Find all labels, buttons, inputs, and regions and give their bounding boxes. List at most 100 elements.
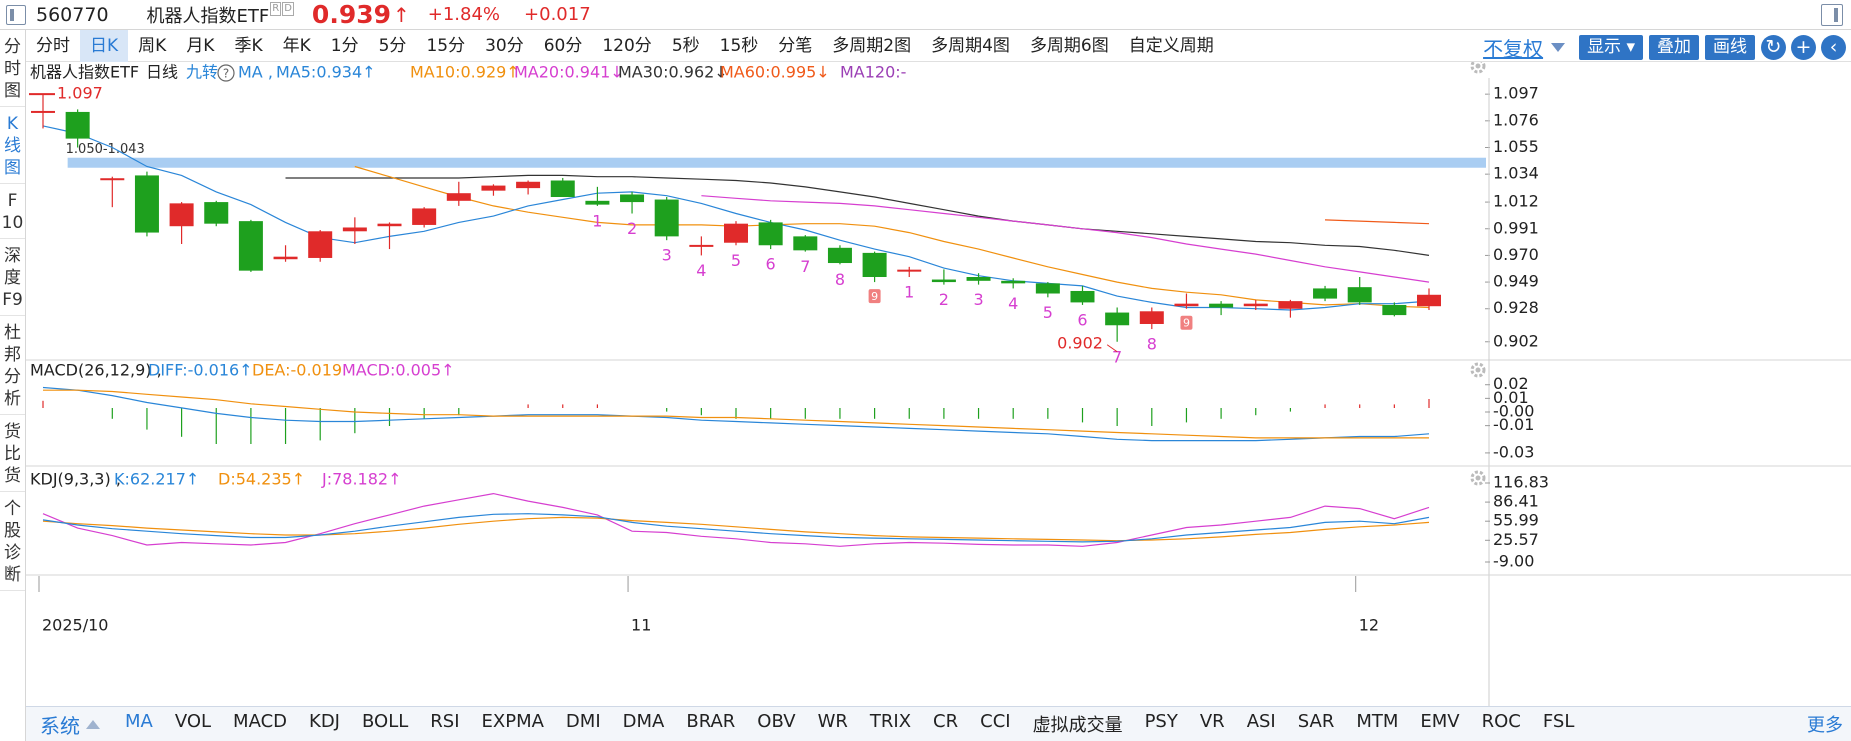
candle[interactable]: 3	[654, 197, 679, 265]
fuquan-dropdown-icon[interactable]	[1551, 43, 1566, 52]
main-settings-gear-icon[interactable]	[1470, 62, 1486, 74]
tab-period-11[interactable]: 120分	[592, 30, 661, 62]
candle[interactable]	[516, 180, 541, 195]
macd-settings-gear-icon[interactable]	[1470, 362, 1486, 378]
candle[interactable]	[204, 200, 229, 227]
draw-line-button[interactable]: 画线	[1705, 35, 1755, 60]
chart-canvas[interactable]: 机器人指数ETF 日线 九转 ? MA , MA5:0.934↑ MA10:0.9…	[26, 62, 1851, 706]
right-panel-toggle-icon[interactable]	[1821, 4, 1843, 26]
indicator-tab-5[interactable]: RSI	[419, 711, 470, 737]
candle[interactable]	[412, 207, 437, 228]
candle[interactable]: 7	[1105, 307, 1130, 366]
candle[interactable]	[1347, 277, 1372, 305]
indicator-tab-17[interactable]: VR	[1189, 711, 1236, 737]
indicator-tab-10[interactable]: OBV	[746, 711, 806, 737]
candle[interactable]	[169, 202, 194, 244]
candle[interactable]	[308, 230, 333, 262]
more-indicators-link[interactable]: 更多	[1807, 711, 1843, 737]
indicator-tab-12[interactable]: TRIX	[859, 711, 922, 737]
tab-period-8[interactable]: 15分	[416, 30, 475, 62]
indicator-tab-18[interactable]: ASI	[1236, 711, 1287, 737]
display-button[interactable]: 显示 ▾	[1579, 35, 1643, 60]
indicator-tab-16[interactable]: PSY	[1134, 711, 1189, 737]
candle[interactable]	[238, 219, 263, 272]
candle[interactable]: 5	[1035, 282, 1060, 322]
candlestick-panel[interactable]: 1.097 1.076 1.055 1.034 1.012 0.991 0.970 0.949…	[26, 62, 1851, 706]
indicator-tab-0[interactable]: MA	[114, 711, 164, 737]
candle[interactable]	[1313, 285, 1338, 302]
candle[interactable]: 8	[1139, 307, 1164, 354]
candle[interactable]: 1	[897, 266, 922, 302]
tab-period-6[interactable]: 1分	[321, 30, 369, 62]
indicator-tab-23[interactable]: FSL	[1532, 711, 1586, 737]
tab-period-9[interactable]: 30分	[475, 30, 534, 62]
kdj-panel[interactable]: KDJ(9,3,3) ,K:62.217↑ D:54.235↑ J:78.182↑ 1…	[26, 470, 1851, 576]
indicator-tab-15[interactable]: 虚拟成交量	[1022, 711, 1134, 737]
tab-period-15[interactable]: 多周期2图	[822, 30, 921, 62]
indicator-tab-4[interactable]: BOLL	[351, 711, 419, 737]
candle[interactable]: 2	[620, 191, 645, 238]
sidebar-item-6[interactable]: 个股诊断	[0, 492, 25, 591]
candle[interactable]: 4	[689, 236, 714, 280]
macd-panel[interactable]: MACD(26,12,9) ,DIFF:-0.016↑ DEA:-0.019 MAC…	[26, 361, 1851, 467]
jiuzhuan-label[interactable]: 九转	[186, 63, 218, 82]
candle[interactable]: 9	[862, 251, 887, 304]
candle[interactable]	[1382, 302, 1407, 317]
tab-period-0[interactable]: 分时	[26, 30, 80, 62]
candle[interactable]	[550, 177, 575, 198]
tab-period-3[interactable]: 月K	[176, 30, 224, 62]
indicator-tab-1[interactable]: VOL	[164, 711, 222, 737]
indicator-tab-9[interactable]: BRAR	[675, 711, 746, 737]
sidebar-item-3[interactable]: 深度 F9	[0, 239, 25, 316]
tab-period-4[interactable]: 季K	[224, 30, 272, 62]
candle[interactable]	[100, 176, 125, 208]
indicator-tab-7[interactable]: DMI	[555, 711, 612, 737]
tab-period-1[interactable]: 日K	[80, 29, 129, 62]
candle[interactable]	[1278, 299, 1303, 318]
indicator-tab-11[interactable]: WR	[807, 711, 859, 737]
candle[interactable]: 2	[931, 269, 956, 309]
sidebar-toggle-icon[interactable]	[6, 4, 26, 25]
indicator-tab-14[interactable]: CCI	[969, 711, 1021, 737]
overlay-button[interactable]: 叠加	[1649, 35, 1699, 60]
system-indicator-menu[interactable]: 系统	[26, 710, 114, 739]
indicator-tab-19[interactable]: SAR	[1287, 711, 1346, 737]
sidebar-item-1[interactable]: K线图	[0, 107, 25, 184]
candle[interactable]	[273, 245, 298, 262]
tab-period-10[interactable]: 60分	[534, 30, 593, 62]
candle[interactable]	[342, 217, 367, 244]
candle[interactable]: 6	[1070, 285, 1095, 330]
tab-period-12[interactable]: 5秒	[662, 30, 710, 62]
indicator-tab-2[interactable]: MACD	[222, 711, 298, 737]
tab-period-17[interactable]: 多周期6图	[1020, 30, 1119, 62]
kdj-settings-gear-icon[interactable]	[1470, 470, 1486, 486]
indicator-tab-6[interactable]: EXPMA	[471, 711, 555, 737]
candle[interactable]: 7	[793, 235, 818, 276]
candle[interactable]: 5	[724, 221, 748, 270]
indicator-tab-20[interactable]: MTM	[1345, 711, 1409, 737]
fuquan-selector[interactable]: 不复权	[1483, 33, 1543, 62]
indicator-tab-21[interactable]: EMV	[1409, 711, 1470, 737]
candle[interactable]	[481, 184, 506, 196]
tab-period-2[interactable]: 周K	[128, 30, 176, 62]
chevron-left-icon[interactable]: ‹	[1821, 35, 1846, 60]
candle[interactable]: 9	[1174, 293, 1199, 330]
indicator-tab-8[interactable]: DMA	[612, 711, 676, 737]
tab-period-5[interactable]: 年K	[273, 30, 321, 62]
tab-period-16[interactable]: 多周期4图	[921, 30, 1020, 62]
sidebar-item-5[interactable]: 货比货	[0, 415, 25, 492]
indicator-tab-3[interactable]: KDJ	[298, 711, 351, 737]
refresh-icon[interactable]: ↻	[1761, 35, 1786, 60]
tab-period-18[interactable]: 自定义周期	[1119, 30, 1224, 62]
candle[interactable]	[31, 94, 55, 129]
tab-period-13[interactable]: 15秒	[710, 30, 769, 62]
candle[interactable]: 8	[827, 245, 852, 289]
sidebar-item-2[interactable]: F 10	[0, 184, 25, 239]
tab-period-7[interactable]: 5分	[369, 30, 417, 62]
candle[interactable]	[446, 181, 471, 206]
plus-icon[interactable]: +	[1791, 35, 1816, 60]
indicator-tab-22[interactable]: ROC	[1471, 711, 1532, 737]
indicator-tab-13[interactable]: CR	[922, 711, 969, 737]
candle[interactable]	[134, 171, 159, 237]
candle[interactable]: 4	[1001, 278, 1026, 313]
